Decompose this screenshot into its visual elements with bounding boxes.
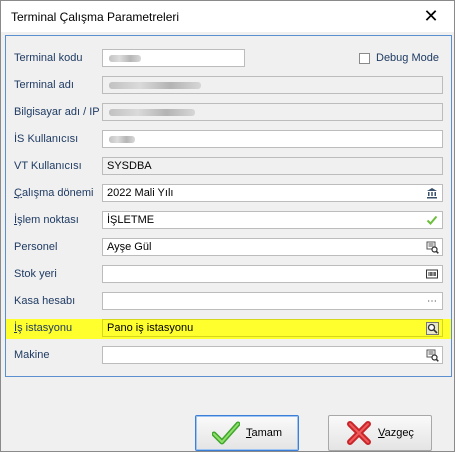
row-is-istasyonu: İş istasyonu Pano iş istasyonu xyxy=(6,319,451,339)
row-is-kullanicisi: İS Kullanıcısı xyxy=(6,130,451,150)
ellipsis-icon[interactable]: ⋯ xyxy=(425,294,439,308)
close-icon: ✕ xyxy=(423,6,439,26)
stok-yeri-label: Stok yeri xyxy=(14,268,57,280)
islem-noktasi-field[interactable]: İŞLETME xyxy=(102,211,443,229)
vt-kullanicisi-label: VT Kullanıcısı xyxy=(14,160,82,172)
makine-label: Makine xyxy=(14,349,50,361)
dialog-window: Terminal Çalışma Parametreleri ✕ Termina… xyxy=(0,0,455,452)
row-calisma-donemi: Çalışma dönemi 2022 Mali Yılı xyxy=(6,184,451,204)
redacted-text xyxy=(109,55,141,62)
is-kullanicisi-label: İS Kullanıcısı xyxy=(14,133,79,145)
search-list-icon[interactable] xyxy=(425,240,439,254)
debug-mode-checkbox[interactable]: Debug Mode xyxy=(359,52,439,64)
islem-noktasi-value: İŞLETME xyxy=(107,214,155,226)
close-button[interactable]: ✕ xyxy=(408,1,454,32)
row-bilgisayar-adi: Bilgisayar adı / IP xyxy=(6,103,451,123)
redacted-text xyxy=(109,109,195,116)
row-terminal-kodu: Terminal kodu Debug Mode xyxy=(6,49,451,69)
checkmark-icon[interactable] xyxy=(425,213,439,227)
is-istasyonu-value: Pano iş istasyonu xyxy=(107,322,194,334)
cancel-button[interactable]: Vazgeç xyxy=(328,415,432,451)
title-bar: Terminal Çalışma Parametreleri ✕ xyxy=(1,1,454,32)
row-terminal-adi: Terminal adı xyxy=(6,76,451,96)
red-x-icon xyxy=(346,420,372,446)
personel-value: Ayşe Gül xyxy=(107,241,152,253)
calisma-donemi-value: 2022 Mali Yılı xyxy=(107,187,174,199)
is-istasyonu-label: İş istasyonu xyxy=(14,322,73,334)
debug-checkbox-box[interactable] xyxy=(359,52,370,64)
is-kullanicisi-field[interactable] xyxy=(102,130,443,148)
bilgisayar-adi-label: Bilgisayar adı / IP xyxy=(14,106,100,118)
row-makine: Makine xyxy=(6,346,451,366)
row-vt-kullanicisi: VT Kullanıcısı SYSDBA xyxy=(6,157,451,177)
terminal-kodu-field[interactable] xyxy=(102,49,245,67)
calisma-donemi-label: Çalışma dönemi xyxy=(14,187,94,199)
islem-noktasi-label: İşlem noktası xyxy=(14,214,79,226)
redacted-text xyxy=(109,82,201,89)
personel-field[interactable]: Ayşe Gül xyxy=(102,238,443,256)
cancel-button-label: Vazgeç xyxy=(378,427,414,439)
personel-label: Personel xyxy=(14,241,58,253)
search-list-icon[interactable] xyxy=(425,348,439,362)
ok-button-label: Tamam xyxy=(245,427,283,439)
terminal-adi-field[interactable] xyxy=(102,76,443,94)
row-kasa-hesabi: Kasa hesabı ⋯ xyxy=(6,292,451,312)
debug-mode-label: Debug Mode xyxy=(376,52,439,64)
stok-yeri-field[interactable] xyxy=(102,265,443,283)
row-personel: Personel Ayşe Gül xyxy=(6,238,451,258)
row-islem-noktasi: İşlem noktası İŞLETME xyxy=(6,211,451,231)
kasa-hesabi-field[interactable]: ⋯ xyxy=(102,292,443,310)
terminal-adi-label: Terminal adı xyxy=(14,79,74,91)
window-title: Terminal Çalışma Parametreleri xyxy=(11,10,180,24)
redacted-text xyxy=(109,136,135,143)
parameters-panel: Terminal kodu Debug Mode Terminal adı Bi… xyxy=(5,35,452,377)
vt-kullanicisi-field[interactable]: SYSDBA xyxy=(102,157,443,175)
calisma-donemi-field[interactable]: 2022 Mali Yılı xyxy=(102,184,443,202)
bilgisayar-adi-field[interactable] xyxy=(102,103,443,121)
magnifier-icon[interactable] xyxy=(425,321,439,335)
green-check-icon xyxy=(211,421,240,445)
terminal-kodu-label: Terminal kodu xyxy=(14,52,83,64)
makine-field[interactable] xyxy=(102,346,443,364)
is-istasyonu-field[interactable]: Pano iş istasyonu xyxy=(102,319,443,337)
bank-icon[interactable] xyxy=(425,186,439,200)
kasa-hesabi-label: Kasa hesabı xyxy=(14,295,76,307)
row-stok-yeri: Stok yeri xyxy=(6,265,451,285)
barcode-icon[interactable] xyxy=(425,267,439,281)
ok-button[interactable]: Tamam xyxy=(195,415,299,451)
